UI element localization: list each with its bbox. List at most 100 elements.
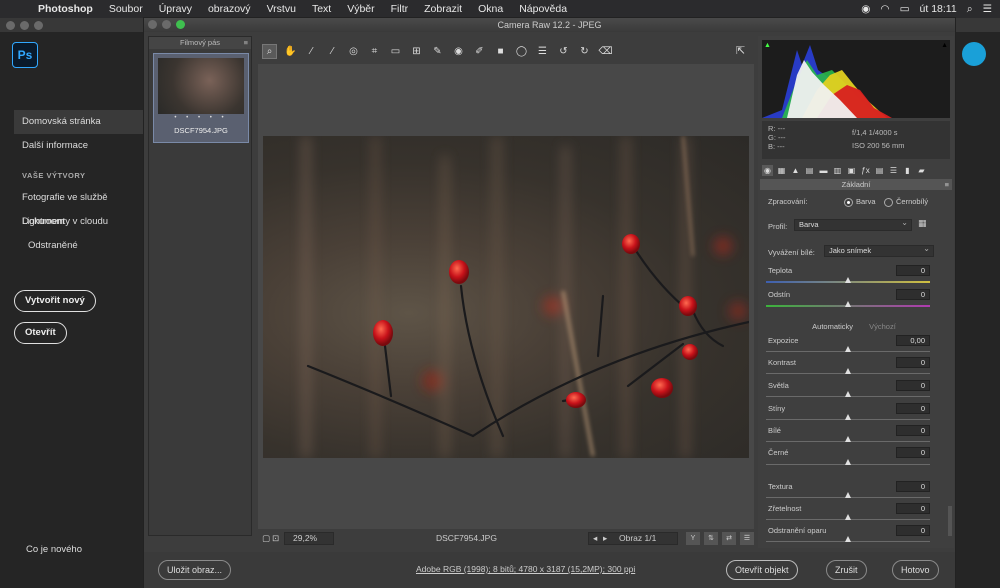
tab-snapshots-icon[interactable]: ▮	[902, 165, 913, 176]
contrast-value[interactable]: 0	[896, 357, 930, 368]
menu-file[interactable]: Soubor	[101, 3, 151, 15]
highlights-slider-thumb[interactable]	[845, 391, 851, 397]
white-balance-tool-icon[interactable]: ⁄	[304, 44, 319, 59]
transform-tool-icon[interactable]: ⊞	[409, 44, 424, 59]
profile-browser-icon[interactable]: ▦	[918, 218, 927, 229]
nav-home[interactable]: Domovská stránka	[14, 110, 144, 134]
nav-more-info[interactable]: Další informace	[14, 134, 144, 158]
tab-snapshots-icon[interactable]: ☰	[888, 165, 899, 176]
menu-layer[interactable]: Vrstvu	[259, 3, 304, 15]
tab-split-toning-icon[interactable]: ▬	[818, 165, 829, 176]
tab-snapshots-icon[interactable]: ▰	[916, 165, 927, 176]
maximize-icon[interactable]	[34, 20, 43, 30]
exposure-slider-thumb[interactable]	[845, 346, 851, 352]
processing-color-radio[interactable]	[844, 198, 853, 207]
white-balance-select[interactable]: Jako snímek	[824, 244, 934, 257]
menu-image[interactable]: obrazový	[200, 3, 259, 15]
wifi-icon[interactable]: ◠	[880, 3, 889, 15]
fullscreen-icon[interactable]: ⇱	[736, 44, 745, 57]
rating-stars[interactable]: • • • • •	[154, 115, 248, 121]
eye-icon[interactable]: ◉	[861, 3, 870, 15]
texture-value[interactable]: 0	[896, 481, 930, 492]
whats-new-link[interactable]: Co je nového	[26, 544, 82, 555]
prev-image-icon[interactable]: ◂	[593, 533, 597, 544]
straighten-tool-icon[interactable]: ▭	[388, 44, 403, 59]
blacks-value[interactable]: 0	[896, 447, 930, 458]
tab-effects-icon[interactable]: ▣	[846, 165, 857, 176]
close-icon[interactable]	[148, 20, 157, 29]
tab-lens-icon[interactable]: ▥	[832, 165, 843, 176]
processing-bw-radio[interactable]	[884, 198, 893, 207]
panel-menu-icon[interactable]: ≡	[244, 37, 248, 49]
temp-value[interactable]: 0	[896, 265, 930, 276]
before-after-icon[interactable]: Y	[686, 532, 700, 545]
tab-calibration-icon[interactable]: ƒx	[860, 165, 871, 176]
cloud-status-icon[interactable]	[962, 42, 986, 66]
nav-lightroom[interactable]: Fotografie ve službě Lightroom	[14, 186, 144, 227]
profile-select[interactable]: Barva	[794, 218, 912, 231]
temp-slider-thumb[interactable]	[845, 277, 851, 283]
rotate-left-icon[interactable]: ↺	[556, 44, 571, 59]
clock[interactable]: út 18:11	[920, 3, 957, 15]
menu-select[interactable]: Výběr	[339, 3, 382, 15]
zoom-in-icon[interactable]: ⊡	[272, 533, 279, 544]
trash-icon[interactable]: ⌫	[598, 44, 613, 59]
dehaze-slider-thumb[interactable]	[845, 536, 851, 542]
image-pager[interactable]: ◂ ▸ Obraz 1/1	[588, 532, 678, 545]
save-image-button[interactable]: Uložit obraz...	[158, 560, 232, 580]
exposure-value[interactable]: 0,00	[896, 335, 930, 346]
crop-tool-icon[interactable]: ⌗	[367, 44, 382, 59]
copy-settings-icon[interactable]: ⇄	[722, 532, 736, 545]
radial-filter-icon[interactable]: ◯	[514, 44, 529, 59]
menu-window[interactable]: Okna	[470, 3, 511, 15]
swap-icon[interactable]: ⇅	[704, 532, 718, 545]
clarity-value[interactable]: 0	[896, 503, 930, 514]
panel-scrollbar[interactable]	[948, 506, 952, 536]
blacks-slider-thumb[interactable]	[845, 459, 851, 465]
shadows-value[interactable]: 0	[896, 403, 930, 414]
menu-app[interactable]: Photoshop	[30, 3, 101, 15]
zoom-tool-icon[interactable]: ⌕	[262, 43, 277, 59]
tab-presets-icon[interactable]: ▤	[874, 165, 885, 176]
menu-type[interactable]: Text	[304, 3, 339, 15]
open-button[interactable]: Otevřít	[14, 322, 67, 344]
panel-menu-icon[interactable]: ≡	[945, 179, 949, 190]
menu-filter[interactable]: Filtr	[383, 3, 417, 15]
whites-slider-thumb[interactable]	[845, 436, 851, 442]
next-image-icon[interactable]: ▸	[603, 533, 607, 544]
minimize-icon[interactable]	[20, 20, 29, 30]
notification-icon[interactable]: ☰	[983, 3, 992, 15]
shadows-slider-thumb[interactable]	[845, 414, 851, 420]
open-object-button[interactable]: Otevřít objekt	[726, 560, 798, 580]
preferences-icon[interactable]: ☰	[535, 44, 550, 59]
tab-detail-icon[interactable]: ▲	[790, 165, 801, 176]
cancel-button[interactable]: Zrušit	[826, 560, 867, 580]
default-button[interactable]: Výchozí	[869, 322, 896, 331]
clarity-slider-thumb[interactable]	[845, 514, 851, 520]
whites-value[interactable]: 0	[896, 425, 930, 436]
filmstrip-thumbnail[interactable]: • • • • • DSCF7954.JPG	[153, 53, 249, 143]
contrast-slider-thumb[interactable]	[845, 368, 851, 374]
create-new-button[interactable]: Vytvořit nový	[14, 290, 96, 312]
graduated-filter-icon[interactable]: ■	[493, 44, 508, 59]
zoom-out-icon[interactable]: ▢	[262, 533, 270, 544]
menu-view[interactable]: Zobrazit	[416, 3, 470, 15]
tab-hsl-icon[interactable]: ▤	[804, 165, 815, 176]
hand-tool-icon[interactable]: ✋	[283, 44, 298, 59]
maximize-icon[interactable]	[176, 20, 185, 29]
color-sampler-icon[interactable]: ⁄	[325, 44, 340, 59]
rotate-right-icon[interactable]: ↻	[577, 44, 592, 59]
menu-edit[interactable]: Úpravy	[151, 3, 200, 15]
tint-slider-thumb[interactable]	[845, 301, 851, 307]
done-button[interactable]: Hotovo	[892, 560, 939, 580]
spot-removal-icon[interactable]: ✎	[430, 44, 445, 59]
tab-basic-icon[interactable]: ◉	[762, 164, 773, 176]
adjustment-brush-icon[interactable]: ✐	[472, 44, 487, 59]
targeted-adjustment-icon[interactable]: ◎	[346, 44, 361, 59]
workflow-options-link[interactable]: Adobe RGB (1998); 8 bitů; 4780 x 3187 (1…	[416, 564, 635, 574]
menu-help[interactable]: Nápověda	[511, 3, 575, 15]
dehaze-value[interactable]: 0	[896, 525, 930, 536]
tab-tone-curve-icon[interactable]: ▦	[776, 165, 787, 176]
battery-icon[interactable]: ▭	[900, 3, 910, 15]
texture-slider-thumb[interactable]	[845, 492, 851, 498]
